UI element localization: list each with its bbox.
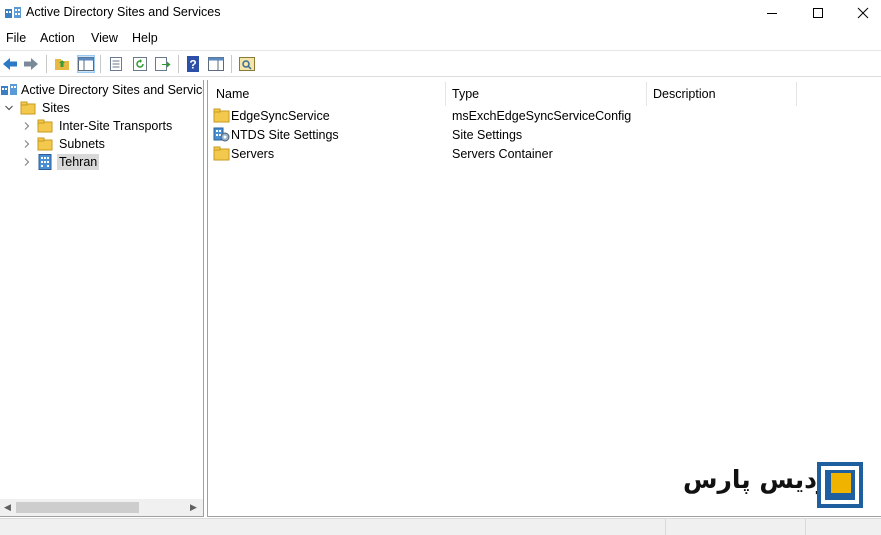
tree-tehran-label: Tehran: [57, 154, 100, 170]
chevron-right-icon[interactable]: [22, 121, 32, 131]
status-segment: [805, 519, 881, 535]
tree-sites-label: Sites: [42, 101, 70, 115]
tree-inter-site-transports-label: Inter-Site Transports: [59, 119, 173, 133]
folder-icon: [213, 108, 230, 123]
scroll-left-icon[interactable]: ◀: [4, 502, 11, 513]
up-one-level-button[interactable]: [53, 55, 71, 73]
svg-text:?: ?: [189, 58, 196, 72]
minimize-button[interactable]: [749, 0, 795, 26]
folder-icon: [37, 119, 53, 133]
link-button[interactable]: [238, 55, 256, 73]
ntds-settings-icon: [213, 127, 230, 142]
toolbar-separator: [231, 55, 232, 73]
status-segment: [665, 519, 805, 535]
tree-horizontal-scrollbar[interactable]: ◀ ▶: [0, 499, 203, 516]
help-button[interactable]: ?: [184, 55, 202, 73]
list-item[interactable]: Servers Servers Container: [213, 145, 873, 164]
item-type: Servers Container: [452, 147, 553, 161]
item-type: msExchEdgeSyncServiceConfig: [452, 109, 632, 123]
column-header-description[interactable]: Description: [647, 82, 797, 106]
ad-sites-app-icon: [5, 7, 21, 18]
folder-open-icon: [20, 101, 36, 115]
properties-icon: [110, 57, 122, 71]
forward-button[interactable]: [22, 55, 40, 73]
list-item[interactable]: EdgeSyncService msExchEdgeSyncServiceCon…: [213, 107, 873, 126]
toolbar-separator: [100, 55, 101, 73]
tree-node-inter-site-transports[interactable]: Inter-Site Transports: [22, 117, 174, 135]
item-type: Site Settings: [452, 128, 523, 142]
tree-root-node[interactable]: Active Directory Sites and Services: [1, 81, 204, 99]
details-list-pane: Name Type Description EdgeSyncService ms…: [207, 80, 881, 517]
forward-arrow-icon: [24, 58, 38, 70]
toolbar-separator: [178, 55, 179, 73]
close-button[interactable]: [840, 0, 881, 26]
show-hide-console-tree-button[interactable]: [77, 55, 95, 73]
export-list-icon: [155, 57, 171, 71]
tree-subnets-label: Subnets: [59, 137, 105, 151]
window-title: Active Directory Sites and Services: [26, 5, 221, 19]
tree-node-tehran[interactable]: Tehran: [22, 153, 100, 171]
show-hide-action-pane-button[interactable]: [207, 55, 225, 73]
properties-button[interactable]: [107, 55, 125, 73]
back-arrow-icon: [3, 58, 17, 70]
item-name: EdgeSyncService: [231, 109, 330, 123]
export-list-button[interactable]: [154, 55, 172, 73]
item-name: NTDS Site Settings: [231, 128, 339, 142]
chevron-right-icon[interactable]: [22, 157, 32, 167]
column-header-type[interactable]: Type: [446, 82, 647, 106]
toolbar-separator: [46, 55, 47, 73]
tree-node-subnets[interactable]: Subnets: [22, 135, 107, 153]
minimize-icon: [767, 13, 777, 14]
close-icon: [857, 7, 869, 19]
title-bar: Active Directory Sites and Services: [0, 0, 881, 26]
ad-sites-root-icon: [1, 84, 17, 95]
logo-mark-icon: [817, 462, 863, 508]
chevron-right-icon[interactable]: [22, 139, 32, 149]
folder-icon: [213, 146, 230, 161]
status-bar: [0, 518, 881, 535]
back-button[interactable]: [1, 55, 19, 73]
column-header-name[interactable]: Name: [210, 82, 446, 106]
scroll-right-icon[interactable]: ▶: [190, 502, 197, 513]
up-folder-icon: [55, 59, 69, 70]
list-item[interactable]: NTDS Site Settings Site Settings: [213, 126, 873, 145]
menu-view[interactable]: View: [91, 31, 118, 45]
chevron-down-icon[interactable]: [4, 103, 14, 113]
watermark-logo: پردیس پارس: [683, 462, 865, 510]
menu-action[interactable]: Action: [40, 31, 75, 45]
item-name: Servers: [231, 147, 275, 161]
menu-help[interactable]: Help: [132, 31, 158, 45]
menu-bar: File Action View Help: [0, 28, 881, 48]
tree-node-sites[interactable]: Sites: [4, 99, 72, 117]
link-icon: [239, 57, 255, 71]
maximize-icon: [813, 8, 823, 18]
tree-root-label: Active Directory Sites and Services: [21, 83, 204, 97]
maximize-button[interactable]: [795, 0, 841, 26]
scrollbar-thumb[interactable]: [16, 502, 139, 513]
console-tree-pane: Active Directory Sites and Services Site…: [0, 80, 204, 517]
menu-file[interactable]: File: [6, 31, 26, 45]
folder-icon: [37, 137, 53, 151]
refresh-button[interactable]: [131, 55, 149, 73]
site-building-icon: [38, 154, 52, 170]
show-hide-tree-icon: [78, 57, 94, 71]
toolbar: ?: [0, 50, 881, 77]
show-hide-action-pane-icon: [208, 57, 224, 71]
help-icon: ?: [187, 56, 199, 72]
refresh-icon: [133, 57, 147, 71]
